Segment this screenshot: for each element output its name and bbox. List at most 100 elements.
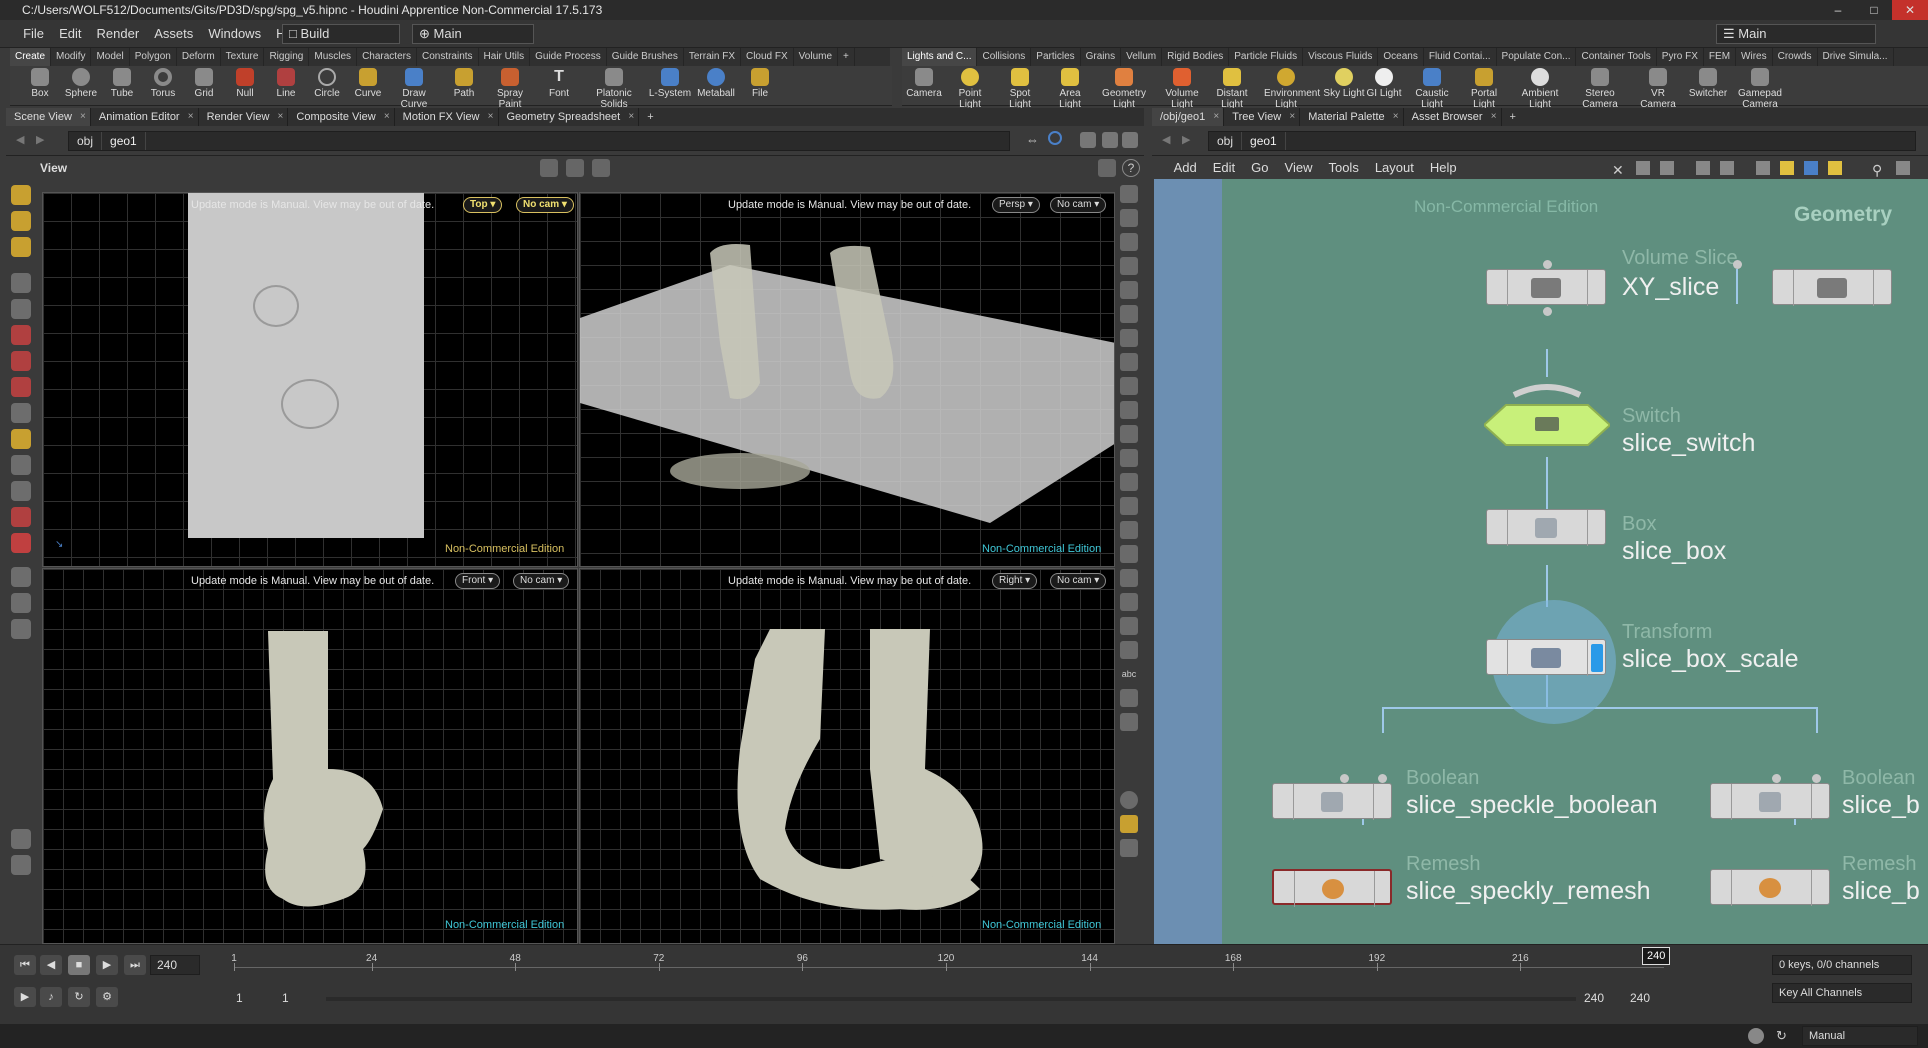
tab-motion-fx-view[interactable]: Motion FX View ×	[395, 108, 499, 126]
update-mode-select[interactable]: Manual	[1802, 1026, 1918, 1046]
view-type-button[interactable]: Top ▾	[463, 197, 503, 213]
tool-spot-light[interactable]: Spot Light	[998, 68, 1042, 110]
network-editor[interactable]: Non-Commercial Edition Geometry Volume S…	[1152, 179, 1928, 944]
shelf-tab[interactable]: Vellum	[1121, 48, 1163, 66]
tool-caustic-light[interactable]: Caustic Light	[1410, 68, 1454, 110]
tool-ambient-light[interactable]: Ambient Light	[1518, 68, 1562, 110]
snap-display-icon[interactable]	[1120, 617, 1138, 635]
shelf-tab[interactable]: Rigging	[264, 48, 310, 66]
range-start-value-2[interactable]: 1	[282, 991, 289, 1005]
move-tool-icon[interactable]	[11, 325, 31, 345]
pin-icon[interactable]: ⇔	[1026, 132, 1039, 147]
close-icon[interactable]: ×	[1491, 108, 1497, 126]
curve-display-icon[interactable]	[1120, 545, 1138, 563]
tool-line[interactable]: Line	[264, 68, 308, 99]
tools-icon[interactable]: ✕	[1612, 159, 1624, 181]
node-xy-slice[interactable]	[1486, 269, 1606, 306]
select-mode-icon[interactable]	[11, 185, 31, 205]
tool-spray-paint[interactable]: Spray Paint	[488, 68, 532, 110]
shelf-tab[interactable]: Container Tools	[1576, 48, 1657, 66]
geometry-display-icon[interactable]	[1120, 257, 1138, 275]
node-input-port[interactable]	[1340, 774, 1349, 783]
tool-null[interactable]: Null	[223, 68, 267, 99]
sticky-note-icon[interactable]	[1780, 161, 1794, 175]
tool-gi-light[interactable]: GI Light	[1362, 68, 1406, 99]
net-menu-tools[interactable]: Tools	[1320, 157, 1366, 179]
shelf-tab[interactable]: Pyro FX	[1657, 48, 1704, 66]
shelf-tab[interactable]: Drive Simula...	[1818, 48, 1894, 66]
tool-path[interactable]: Path	[442, 68, 486, 99]
forward-arrow-icon[interactable]: ▶	[1182, 133, 1190, 146]
camera-button[interactable]: No cam ▾	[1050, 197, 1107, 213]
loop-toggle[interactable]: ↻	[68, 987, 90, 1007]
lighting-icon[interactable]	[1120, 305, 1138, 323]
current-frame-field[interactable]: 240	[150, 955, 200, 975]
tab-animation-editor[interactable]: Animation Editor ×	[91, 108, 199, 126]
grid-display-icon[interactable]	[1120, 593, 1138, 611]
shelf-tab[interactable]: Lights and C...	[902, 48, 978, 66]
shelf-tab[interactable]: Oceans	[1378, 48, 1424, 66]
tool-metaball[interactable]: Metaball	[694, 68, 738, 99]
shelf-tab[interactable]: Particles	[1031, 48, 1081, 66]
vertex-icon[interactable]	[1120, 473, 1138, 491]
close-icon[interactable]: ×	[384, 108, 390, 126]
info-icon[interactable]	[1120, 713, 1138, 731]
select-tool-icon[interactable]	[11, 273, 31, 293]
close-icon[interactable]: ×	[628, 108, 634, 126]
node-output-port[interactable]	[1543, 307, 1552, 316]
tool-distant-light[interactable]: Distant Light	[1210, 68, 1254, 110]
path-obj[interactable]: obj	[1209, 132, 1243, 150]
camera-display-icon[interactable]	[1120, 353, 1138, 371]
left-path-field[interactable]: obj geo1	[68, 131, 1010, 151]
settings-toggle[interactable]: ⚙	[96, 987, 118, 1007]
close-icon[interactable]: ×	[488, 108, 494, 126]
shelf-tab[interactable]: Deform	[177, 48, 221, 66]
tree-view-icon[interactable]	[1660, 161, 1674, 175]
grid-view-icon[interactable]	[1696, 161, 1710, 175]
close-icon[interactable]: ×	[1393, 108, 1399, 126]
path-obj[interactable]: obj	[69, 132, 103, 150]
tool-geometry-light[interactable]: Geometry Light	[1102, 68, 1146, 110]
tool-grid[interactable]: Grid	[182, 68, 226, 99]
node-input-port[interactable]	[1772, 774, 1781, 783]
stop-button[interactable]: ■	[68, 955, 90, 975]
tab-composite-view[interactable]: Composite View ×	[288, 108, 395, 126]
range-end-value[interactable]: 240	[1584, 991, 1604, 1005]
realtime-toggle[interactable]: ▶	[14, 987, 36, 1007]
shelf-tab[interactable]: Crowds	[1773, 48, 1818, 66]
snap-curve-icon[interactable]	[11, 507, 31, 527]
node-zx-slice[interactable]	[1772, 269, 1892, 306]
shelf-tab[interactable]: Hair Utils	[479, 48, 531, 66]
tool-draw-curve[interactable]: Draw Curve	[392, 68, 436, 110]
shelf-tab[interactable]: Guide Brushes	[607, 48, 684, 66]
rotate-tool-icon[interactable]	[11, 351, 31, 371]
keys-channels-field[interactable]: 0 keys, 0/0 channels	[1772, 955, 1912, 975]
pose-tool-icon[interactable]	[11, 237, 31, 257]
net-menu-view[interactable]: View	[1277, 157, 1321, 179]
tool-file[interactable]: File	[738, 68, 782, 99]
info-circle-icon[interactable]	[1120, 791, 1138, 809]
node-name-label[interactable]: slice_b	[1842, 791, 1920, 820]
close-icon[interactable]: ×	[278, 108, 284, 126]
transform-tool-icon[interactable]	[11, 403, 31, 423]
text-display-icon[interactable]: abc	[1120, 665, 1138, 683]
play-button[interactable]: ▶	[96, 955, 118, 975]
tool-camera[interactable]: Camera	[902, 68, 946, 99]
node-input-port[interactable]	[1733, 260, 1742, 269]
viewport-right[interactable]: Update mode is Manual. View may be out o…	[579, 568, 1115, 944]
tool-circle[interactable]: Circle	[305, 68, 349, 99]
view-type-button[interactable]: Front ▾	[455, 573, 501, 589]
frame-ruler[interactable]: 1 24 48 72 96 120 144 168 192 216	[231, 953, 1664, 977]
shelf-tab[interactable]: Model	[91, 48, 130, 66]
magnet-icon[interactable]	[11, 533, 31, 553]
ghost-toggle-icon[interactable]	[1120, 209, 1138, 227]
primitive-display-icon[interactable]	[1120, 569, 1138, 587]
minimize-button[interactable]: –	[1820, 0, 1856, 20]
back-arrow-icon[interactable]: ◀	[16, 133, 24, 146]
help-icon[interactable]: ?	[1122, 159, 1140, 177]
shading-mode-icon[interactable]	[1120, 281, 1138, 299]
tool-sky-light[interactable]: Sky Light	[1322, 68, 1366, 99]
node-slice-box-scale[interactable]	[1486, 639, 1606, 676]
snap-tool-icon[interactable]	[11, 481, 31, 501]
shelf-tab[interactable]: Texture	[221, 48, 265, 66]
